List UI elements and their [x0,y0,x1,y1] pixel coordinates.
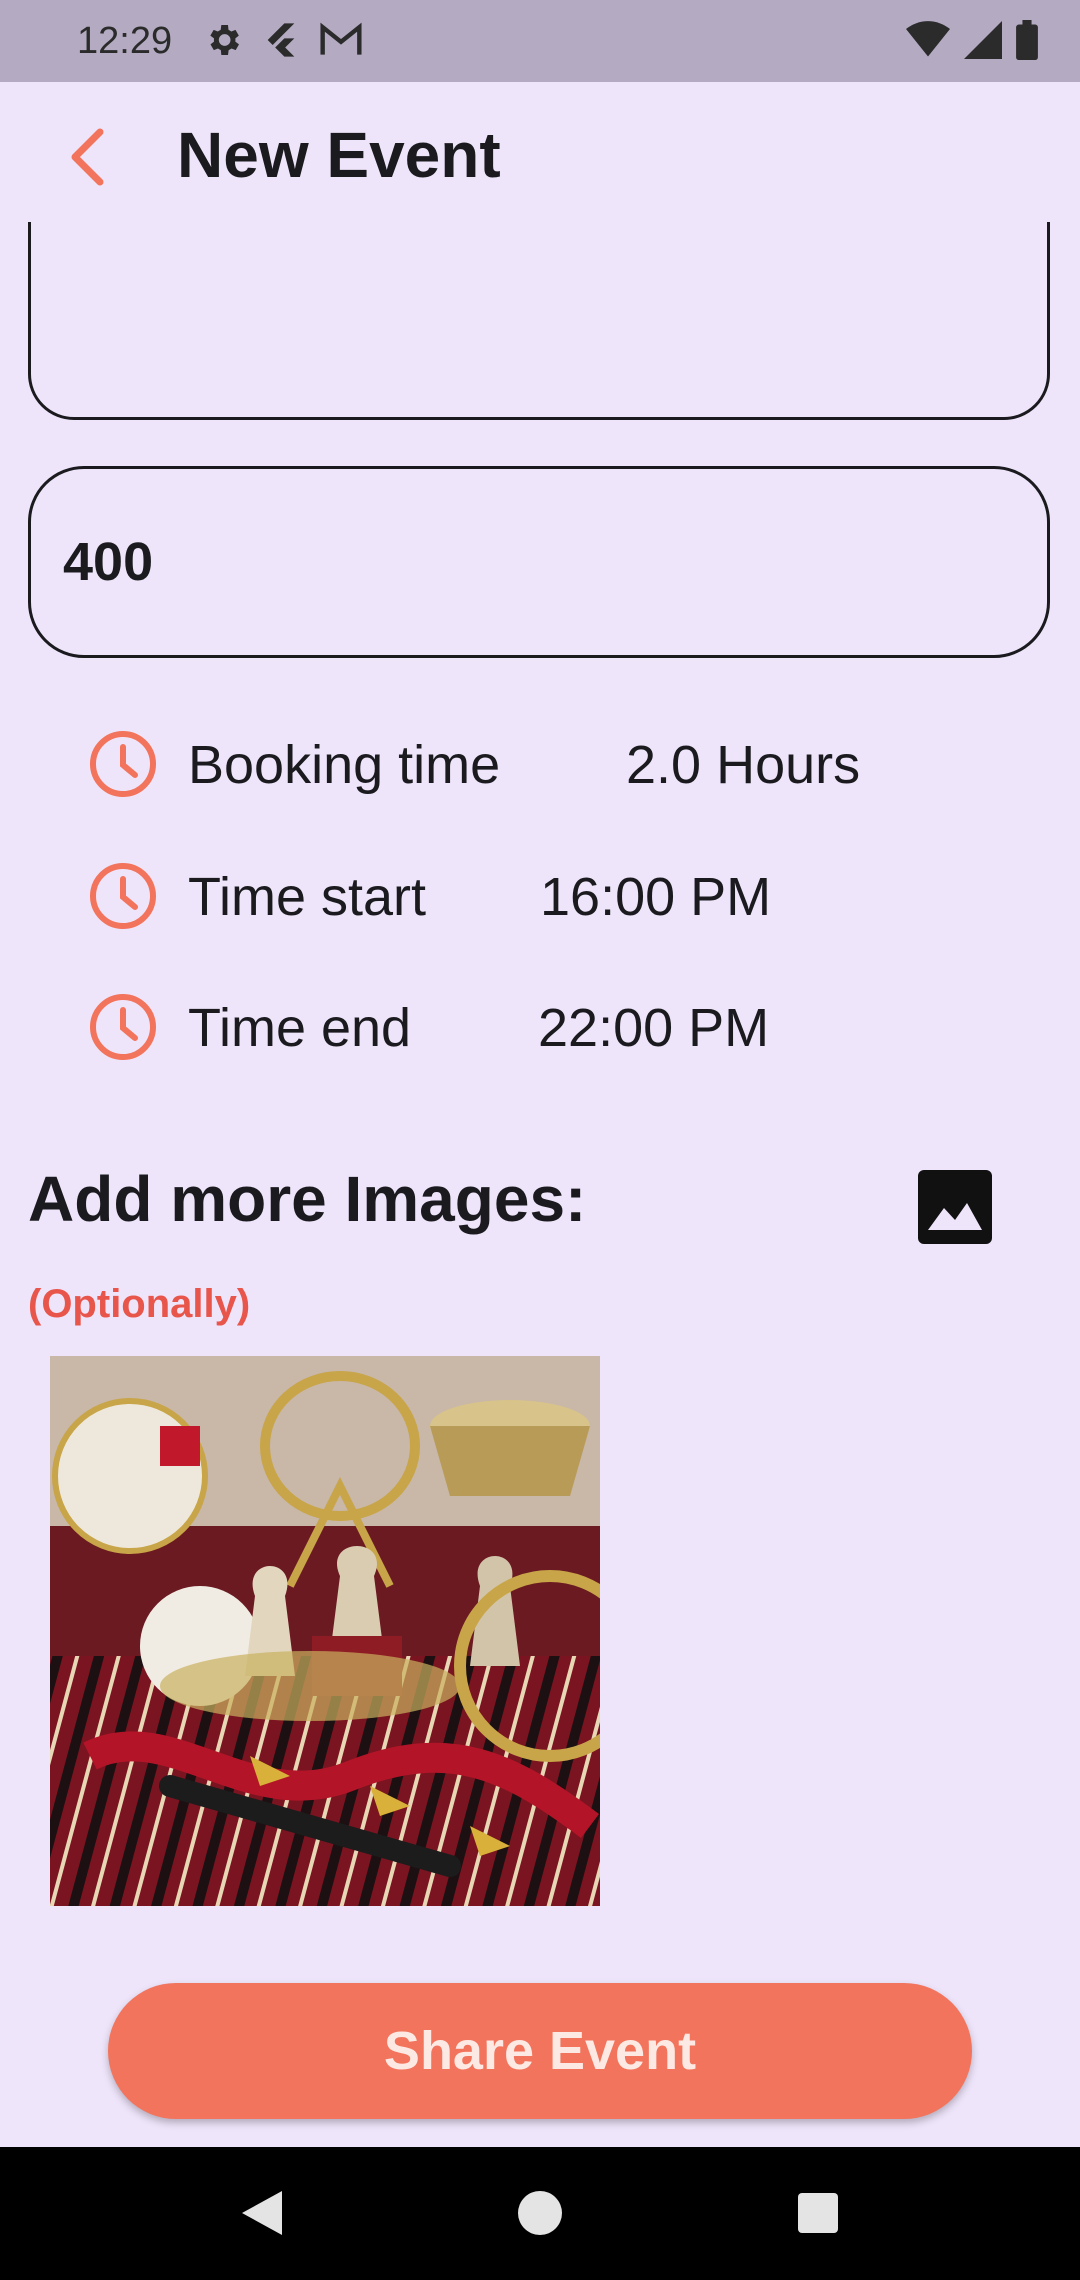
gear-icon [210,25,239,55]
price-value: 400 [63,532,154,592]
time-end-label: Time end [188,998,412,1058]
price-field[interactable]: 400 [28,466,1050,658]
nav-back-button[interactable] [230,2181,294,2245]
images-section-title: Add more Images: [28,1163,587,1235]
back-button[interactable] [60,122,120,192]
battery-icon [1016,20,1038,60]
share-event-button[interactable]: Share Event [108,1983,972,2119]
booking-time-label: Booking time [188,735,501,795]
status-bar: 12:29 [0,0,1080,82]
event-photo[interactable] [50,1356,600,1906]
description-field[interactable] [28,222,1050,420]
page-title: New Event [177,119,501,191]
back-triangle-icon [242,2191,282,2235]
event-photo-image [50,1356,600,1906]
form-scroll-area[interactable]: 400 Booking time 2.0 Hours Time start 16… [0,222,1080,2147]
status-icons-right [906,20,1038,60]
time-end-value: 22:00 PM [538,998,770,1058]
time-start-label: Time start [188,867,427,927]
time-end-row[interactable]: Time end 22:00 PM [88,987,988,1067]
image-icon [918,1170,992,1244]
gmail-icon [320,22,362,55]
clock-icon [90,863,156,929]
time-start-row[interactable]: Time start 16:00 PM [88,856,988,936]
time-start-value: 16:00 PM [540,867,772,927]
home-circle-icon [518,2191,562,2235]
clock-icon [90,731,156,797]
nav-recents-button[interactable] [786,2181,850,2245]
add-image-button[interactable] [918,1170,992,1244]
signal-icon [964,21,1002,59]
clock-icon [90,994,156,1060]
recents-square-icon [798,2193,838,2233]
system-nav-bar [0,2147,1080,2280]
wifi-icon [906,21,950,57]
flutter-icon [267,23,295,57]
nav-home-button[interactable] [508,2181,572,2245]
booking-time-row[interactable]: Booking time 2.0 Hours [88,724,988,804]
app-bar: New Event [0,82,1080,222]
booking-time-value: 2.0 Hours [626,735,861,795]
chevron-left-icon [71,128,104,186]
optional-note: (Optionally) [28,1282,251,1326]
status-time: 12:29 [77,20,173,62]
status-icons-left [203,20,363,60]
